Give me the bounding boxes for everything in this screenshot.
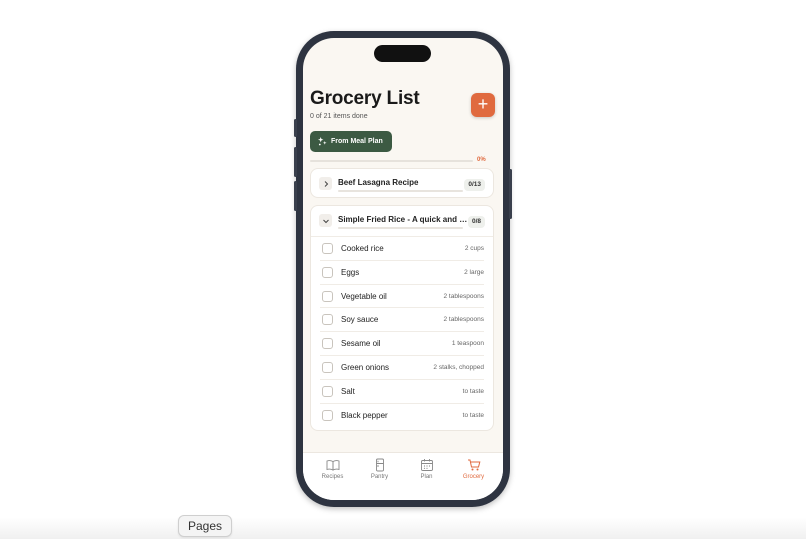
ingredient-name: Green onions <box>341 362 390 372</box>
ingredient-row: Salt to taste <box>320 380 484 404</box>
ingredient-checkbox[interactable] <box>322 314 333 326</box>
ingredient-quantity: 2 tablespoons <box>443 292 484 300</box>
recipe-title: Simple Fried Rice - A quick and easy sid… <box>338 215 468 224</box>
ingredient-checkbox[interactable] <box>322 266 333 278</box>
recipe-title: Beef Lasagna Recipe <box>338 178 419 187</box>
ingredient-row: Soy sauce 2 tablespoons <box>320 308 484 333</box>
ingredient-name: Vegetable oil <box>341 291 387 301</box>
recipe-card: Beef Lasagna Recipe 0/13 <box>310 168 494 198</box>
ingredient-checkbox[interactable] <box>322 361 333 373</box>
items-done-status: 0 of 21 items done <box>310 113 368 120</box>
ingredient-list: Cooked rice 2 cups Eggs 2 large Vegetabl… <box>311 236 493 427</box>
ingredient-quantity: 2 stalks, chopped <box>433 363 484 371</box>
sparkle-icon <box>318 137 327 146</box>
ingredient-row: Eggs 2 large <box>320 261 484 285</box>
ingredient-row: Vegetable oil 2 tablespoons <box>320 285 484 309</box>
phone-button <box>294 181 297 211</box>
phone-screen: Grocery List 0 of 21 items done + From M… <box>303 38 503 500</box>
phone-frame: Grocery List 0 of 21 items done + From M… <box>294 31 512 507</box>
tab-plan[interactable]: Plan <box>405 458 449 500</box>
pages-button[interactable]: Pages <box>178 515 232 537</box>
chevron-down-icon[interactable] <box>319 214 332 227</box>
tab-label: Grocery <box>462 474 485 480</box>
phone-button <box>294 147 297 177</box>
recipe-count-badge: 0/8 <box>467 216 485 228</box>
ingredient-checkbox[interactable] <box>322 243 333 254</box>
phone-button <box>509 169 512 219</box>
recipe-progress-bar <box>338 227 463 229</box>
recipe-header[interactable]: Simple Fried Rice - A quick and easy sid… <box>311 206 493 236</box>
ingredient-name: Salt <box>341 386 355 396</box>
recipe-progress-bar <box>338 190 463 192</box>
tab-label: Plan <box>420 474 433 480</box>
progress-label: 0% <box>477 157 486 163</box>
ingredient-name: Eggs <box>341 267 360 277</box>
ingredient-quantity: to taste <box>462 387 484 395</box>
dynamic-island <box>374 45 431 62</box>
ingredient-checkbox[interactable] <box>322 385 333 397</box>
ingredient-quantity: 1 teaspoon <box>451 340 484 348</box>
ingredient-row: Cooked rice 2 cups <box>320 237 484 261</box>
chevron-right-icon[interactable] <box>319 177 332 190</box>
tab-pantry[interactable]: Pantry <box>358 458 402 500</box>
progress-bar <box>310 160 473 162</box>
add-item-button[interactable]: + <box>471 93 495 117</box>
from-meal-plan-label: From Meal Plan <box>331 138 383 145</box>
ingredient-name: Soy sauce <box>341 315 379 325</box>
phone-button <box>294 119 297 137</box>
cart-icon <box>467 459 480 471</box>
ingredient-quantity: to taste <box>462 411 484 419</box>
tab-bar: Recipes Pantry Plan Grocery <box>303 452 503 500</box>
fridge-icon <box>375 458 384 472</box>
recipe-card: Simple Fried Rice - A quick and easy sid… <box>310 205 494 431</box>
ingredient-checkbox[interactable] <box>322 290 333 302</box>
book-icon <box>326 460 339 471</box>
tab-label: Recipes <box>321 474 344 480</box>
bottom-shade <box>0 517 806 539</box>
ingredient-quantity: 2 cups <box>464 245 484 252</box>
recipe-count-badge: 0/13 <box>464 179 485 191</box>
tab-grocery[interactable]: Grocery <box>452 458 496 500</box>
ingredient-checkbox[interactable] <box>322 338 333 350</box>
ingredient-quantity: 2 tablespoons <box>443 316 484 324</box>
tab-recipes[interactable]: Recipes <box>311 458 355 500</box>
tab-label: Pantry <box>370 474 389 480</box>
ingredient-row: Black pepper to taste <box>320 404 484 428</box>
ingredient-name: Black pepper <box>341 410 388 420</box>
ingredient-name: Sesame oil <box>341 339 381 349</box>
ingredient-quantity: 2 large <box>464 268 484 276</box>
ingredient-row: Green onions 2 stalks, chopped <box>320 356 484 380</box>
from-meal-plan-button[interactable]: From Meal Plan <box>310 131 392 152</box>
recipe-header[interactable]: Beef Lasagna Recipe 0/13 <box>311 169 493 199</box>
ingredient-checkbox[interactable] <box>322 409 333 421</box>
ingredient-row: Sesame oil 1 teaspoon <box>320 332 484 356</box>
calendar-icon <box>420 459 433 471</box>
page-title: Grocery List <box>310 88 420 109</box>
ingredient-name: Cooked rice <box>341 244 384 253</box>
